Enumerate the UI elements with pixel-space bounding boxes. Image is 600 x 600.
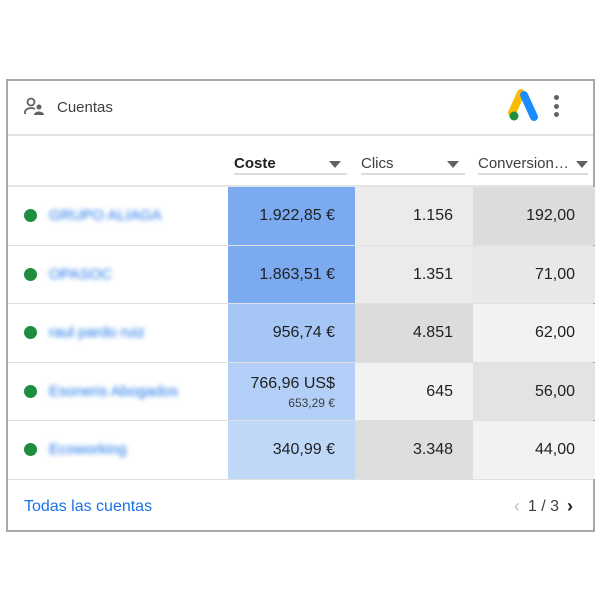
clics-value: 4.851 [412, 324, 453, 342]
coste-cell: 766,96 US$ 653,29 € [228, 362, 355, 421]
coste-cell: 956,74 € [228, 304, 355, 362]
conversiones-value: 62,00 [534, 324, 575, 342]
chevron-right-icon[interactable]: › [567, 496, 573, 517]
clics-value: 3.348 [412, 441, 453, 459]
conversiones-cell: 192,00 [473, 187, 595, 245]
status-dot-icon [24, 384, 37, 398]
status-dot-icon [24, 326, 37, 340]
conversiones-cell: 62,00 [473, 304, 595, 362]
clics-cell: 4.851 [355, 304, 473, 362]
table-row: raul pardo ruiz 956,74 € 4.851 62,00 [8, 304, 595, 363]
more-options-icon[interactable] [551, 95, 561, 121]
coste-value: 1.863,51 € [259, 265, 335, 283]
account-name-link[interactable]: Ecoworking [49, 441, 127, 458]
sort-dropdown-icon [329, 161, 341, 168]
card-title: Cuentas [57, 99, 113, 116]
sort-dropdown-icon [576, 161, 588, 168]
card-footer: Todas las cuentas ‹ 1 / 3 › [8, 477, 593, 530]
all-accounts-link[interactable]: Todas las cuentas [24, 498, 152, 516]
account-name-link[interactable]: OPASOC [49, 266, 112, 283]
google-ads-logo [508, 89, 538, 121]
coste-value: 340,99 € [272, 441, 335, 459]
table-row: OPASOC 1.863,51 € 1.351 71,00 [8, 245, 595, 305]
column-label: Coste [234, 155, 276, 172]
coste-cell: 340,99 € [228, 421, 355, 479]
account-name-cell: raul pardo ruiz [8, 304, 228, 362]
clics-cell: 645 [355, 362, 473, 421]
clics-cell: 1.351 [355, 245, 473, 304]
account-name-link[interactable]: GRUPO ALIAGA [49, 207, 162, 224]
accounts-icon [24, 97, 44, 115]
conversiones-cell: 71,00 [473, 245, 595, 304]
clics-value: 1.351 [412, 265, 453, 283]
clics-cell: 1.156 [355, 187, 473, 245]
coste-cell: 1.863,51 € [228, 245, 355, 304]
coste-converted-value: 653,29 € [288, 395, 335, 410]
coste-value: 956,74 € [272, 324, 335, 342]
page-indicator: 1 / 3 [527, 497, 559, 515]
chevron-left-icon[interactable]: ‹ [514, 496, 520, 517]
table-row: Esoneris Abogados 766,96 US$ 653,29 € 645… [8, 362, 595, 422]
conversiones-value: 71,00 [534, 265, 575, 283]
conversiones-cell: 56,00 [473, 362, 595, 421]
card-header: Cuentas [8, 81, 593, 136]
conversiones-value: 56,00 [534, 382, 575, 400]
clics-value: 1.156 [412, 207, 453, 224]
conversiones-cell: 44,00 [473, 421, 595, 479]
coste-value: 766,96 US$ [250, 374, 335, 392]
account-name-cell: Esoneris Abogados [8, 363, 228, 421]
conversiones-value: 44,00 [534, 441, 575, 459]
clics-value: 645 [426, 382, 453, 400]
pagination: ‹ 1 / 3 › [514, 496, 573, 517]
account-name-link[interactable]: raul pardo ruiz [49, 324, 145, 341]
column-clics[interactable]: Clics [361, 155, 465, 175]
accounts-card: Cuentas Coste Clics Conversion… GRUPO AL… [6, 79, 595, 532]
table-row: GRUPO ALIAGA 1.922,85 € 1.156 192,00 [8, 187, 595, 246]
account-name-cell: OPASOC [8, 246, 228, 304]
column-coste[interactable]: Coste [234, 155, 347, 175]
account-name-cell: Ecoworking [8, 421, 228, 479]
column-label: Conversion… [478, 155, 569, 172]
conversiones-value: 192,00 [526, 207, 575, 224]
status-dot-icon [24, 443, 37, 457]
account-name-link[interactable]: Esoneris Abogados [49, 383, 178, 400]
column-conversiones[interactable]: Conversion… [478, 155, 588, 175]
accounts-table: GRUPO ALIAGA 1.922,85 € 1.156 192,00 OPA… [8, 187, 595, 480]
clics-cell: 3.348 [355, 421, 473, 479]
coste-value: 1.922,85 € [259, 207, 335, 224]
account-name-cell: GRUPO ALIAGA [8, 187, 228, 245]
column-headers: Coste Clics Conversion… [8, 136, 593, 187]
column-label: Clics [361, 155, 394, 172]
table-row: Ecoworking 340,99 € 3.348 44,00 [8, 421, 595, 480]
status-dot-icon [24, 267, 37, 281]
coste-cell: 1.922,85 € [228, 187, 355, 245]
status-dot-icon [24, 209, 37, 222]
sort-dropdown-icon [447, 161, 459, 168]
